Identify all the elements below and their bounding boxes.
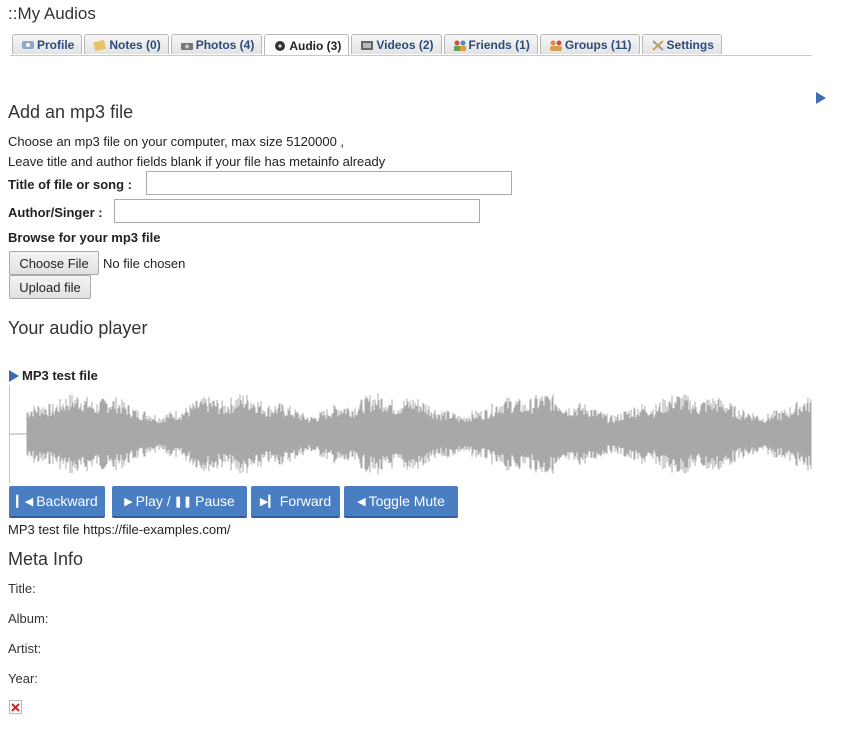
tab-friends[interactable]: Friends (1) xyxy=(443,34,538,54)
notes-icon xyxy=(93,39,107,51)
track-play-icon xyxy=(9,369,19,382)
play-pause-button[interactable]: ▶ Play / ❚❚ Pause xyxy=(112,486,247,518)
tab-videos[interactable]: Videos (2) xyxy=(351,34,442,54)
play-arrow-icon[interactable] xyxy=(816,92,826,104)
pause-icon: ❚❚ xyxy=(173,495,193,508)
tools-icon xyxy=(651,39,665,51)
mute-label: Toggle Mute xyxy=(368,493,445,509)
add-mp3-heading: Add an mp3 file xyxy=(8,102,134,122)
browse-label: Browse for your mp3 file xyxy=(8,230,161,245)
player-heading: Your audio player xyxy=(8,318,148,338)
skip-back-icon: ▎◀ xyxy=(16,495,34,508)
audio-icon xyxy=(273,40,287,52)
camera-icon xyxy=(180,39,194,51)
no-file-chosen-text: No file chosen xyxy=(103,256,186,271)
add-description-line2: Leave title and author fields blank if y… xyxy=(8,154,386,169)
tab-label: Settings xyxy=(666,37,714,52)
author-field-label: Author/Singer : xyxy=(8,205,103,220)
profile-icon xyxy=(21,39,35,51)
tab-notes[interactable]: Notes (0) xyxy=(84,34,169,54)
meta-info-heading: Meta Info xyxy=(8,549,84,569)
tab-settings[interactable]: Settings xyxy=(641,34,722,54)
toggle-mute-button[interactable]: ◀ Toggle Mute xyxy=(344,486,458,518)
forward-button[interactable]: ▶▎ Forward xyxy=(251,486,340,518)
play-icon: ▶ xyxy=(124,495,133,508)
backward-button[interactable]: ▎◀ Backward xyxy=(9,486,105,518)
tab-label: Photos (4) xyxy=(195,37,255,52)
title-field-label: Title of file or song : xyxy=(8,177,132,192)
author-field[interactable] xyxy=(114,199,480,223)
upload-file-button[interactable]: Upload file xyxy=(9,275,91,299)
add-description-line1: Choose an mp3 file on your computer, max… xyxy=(8,134,345,149)
tab-label: Profile xyxy=(37,37,75,52)
tab-label: Videos (2) xyxy=(376,37,434,52)
tab-profile[interactable]: Profile xyxy=(12,34,83,54)
page-title: ::My Audios xyxy=(8,4,96,23)
tab-bar: Profile Notes (0) Photos (4) Audio (3) V… xyxy=(12,34,722,56)
meta-year-label: Year: xyxy=(8,671,38,686)
waveform-bars xyxy=(26,393,812,475)
groups-icon xyxy=(549,39,563,51)
meta-artist-label: Artist: xyxy=(8,641,42,656)
tab-label: Audio (3) xyxy=(289,38,342,53)
waveform[interactable] xyxy=(9,385,812,483)
tab-groups[interactable]: Groups (11) xyxy=(539,34,640,54)
tab-divider xyxy=(10,55,812,56)
speaker-icon: ◀ xyxy=(357,495,366,508)
track-title[interactable]: MP3 test file xyxy=(9,368,98,383)
tab-label: Notes (0) xyxy=(109,37,161,52)
tab-audio[interactable]: Audio (3) xyxy=(264,34,350,56)
friends-icon xyxy=(453,39,467,51)
title-field[interactable] xyxy=(146,171,512,195)
tab-label: Friends (1) xyxy=(468,37,530,52)
skip-forward-icon: ▶▎ xyxy=(259,495,277,508)
backward-label: Backward xyxy=(36,493,98,509)
video-icon xyxy=(360,39,374,51)
play-label: Play / xyxy=(135,493,171,509)
choose-file-button[interactable]: Choose File xyxy=(9,251,99,275)
meta-album-label: Album: xyxy=(8,611,49,626)
pause-label: Pause xyxy=(195,493,235,509)
tab-photos[interactable]: Photos (4) xyxy=(170,34,263,54)
broken-image-icon xyxy=(9,700,22,714)
player-caption: MP3 test file https://file-examples.com/ xyxy=(8,522,231,537)
track-name: MP3 test file xyxy=(22,368,98,383)
forward-label: Forward xyxy=(279,493,332,509)
tab-label: Groups (11) xyxy=(564,37,632,52)
meta-title-label: Title: xyxy=(8,581,36,596)
